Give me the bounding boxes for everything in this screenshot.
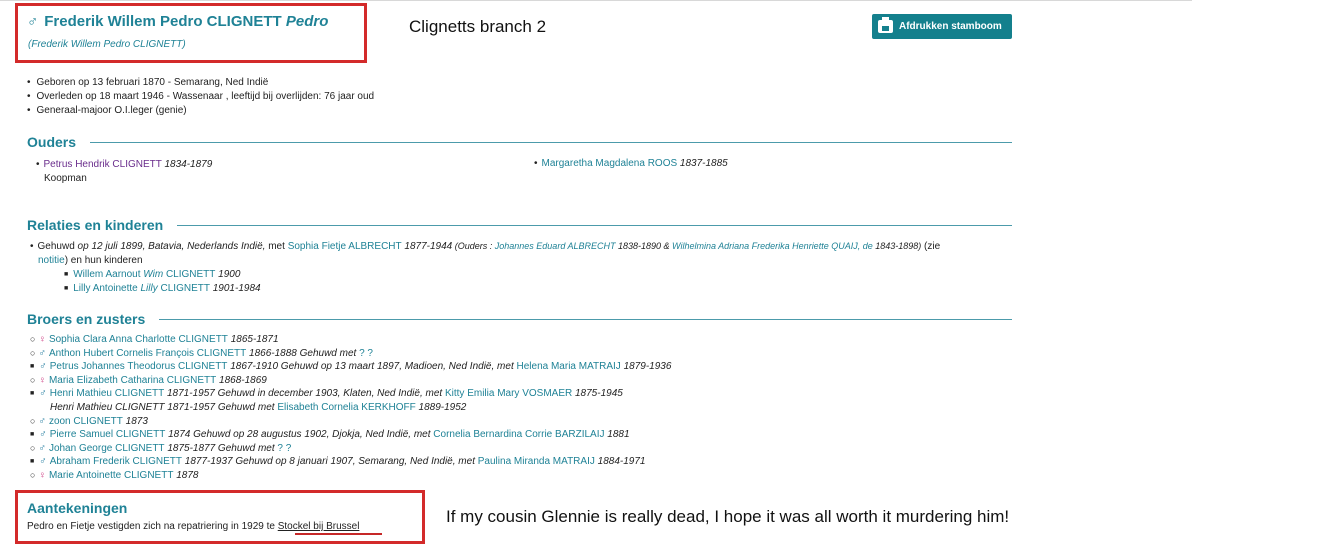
male-icon: ♂	[39, 429, 47, 441]
parent-mother: Margaretha Magdalena ROOS 1837-1885	[534, 158, 728, 169]
sibling-link[interactable]: Petrus Johannes Theodorus CLIGNETT	[50, 361, 228, 372]
print-tree-button[interactable]: Afdrukken stamboom	[872, 14, 1012, 39]
notes-text: Pedro en Fietje vestigden zich na repatr…	[27, 521, 360, 532]
list-item: Lilly Antoinette Lilly CLIGNETT 1901-198…	[64, 282, 1020, 296]
section-siblings: Broers en zusters	[27, 311, 1012, 327]
spouse-father-link[interactable]: Johannes Eduard ALBRECHT	[495, 241, 616, 251]
sibling-spouse-link[interactable]: Elisabeth Cornelia KERKHOFF	[277, 402, 415, 413]
sibling-link[interactable]: Abraham Frederik CLIGNETT	[50, 456, 182, 467]
section-relations: Relaties en kinderen	[27, 217, 1012, 233]
list-item: ♂zoon CLIGNETT 1873	[30, 415, 671, 429]
sibling-spouse-link[interactable]: Paulina Miranda MATRAIJ	[478, 456, 595, 467]
parent-father: Petrus Hendrik CLIGNETT 1834-1879 Koopma…	[36, 158, 212, 186]
siblings-list: ♀Sophia Clara Anna Charlotte CLIGNETT 18…	[30, 333, 671, 483]
list-item: Henri Mathieu CLIGNETT 1871-1957 Gehuwd …	[50, 401, 467, 413]
section-siblings-title: Broers en zusters	[27, 311, 146, 327]
father-occupation: Koopman	[44, 173, 87, 184]
red-underline-annotation	[295, 533, 382, 535]
father-link[interactable]: Petrus Hendrik CLIGNETT	[44, 159, 162, 170]
sibling-link[interactable]: zoon CLIGNETT	[49, 416, 123, 427]
list-item: ♀Sophia Clara Anna Charlotte CLIGNETT 18…	[30, 333, 671, 347]
sibling-spouse-link[interactable]: Cornelia Bernardina Corrie BARZILAIJ	[433, 429, 604, 440]
section-parents: Ouders	[27, 134, 1012, 150]
annotation-box-header	[15, 3, 367, 63]
list-item: ♂Pierre Samuel CLIGNETT 1874 Gehuwd op 2…	[30, 428, 671, 442]
sibling-link[interactable]: Johan George CLIGNETT	[49, 443, 165, 454]
list-item: ♀Maria Elizabeth Catharina CLIGNETT 1868…	[30, 374, 671, 388]
section-notes-title: Aantekeningen	[27, 500, 128, 516]
male-icon: ♂	[38, 347, 46, 359]
annotation-comment: If my cousin Glennie is really dead, I h…	[446, 507, 1010, 526]
sibling-spouse-link[interactable]: Kitty Emilia Mary VOSMAER	[445, 388, 572, 399]
father-years: 1834-1879	[164, 159, 213, 170]
child-link[interactable]: Lilly Antoinette Lilly CLIGNETT	[73, 283, 210, 294]
sibling-link[interactable]: Marie Antoinette CLIGNETT	[49, 470, 174, 481]
male-icon: ♂	[27, 13, 39, 30]
male-icon: ♂	[39, 388, 47, 400]
list-item: ♂Abraham Frederik CLIGNETT 1877-1937 Geh…	[30, 455, 671, 469]
printer-icon	[878, 17, 893, 33]
children-list: Willem Aarnout Wim CLIGNETT 1900 Lilly A…	[64, 268, 1020, 296]
annotation-title: Clignetts branch 2	[409, 17, 547, 36]
person-full-name: Frederik Willem Pedro CLIGNETT	[44, 13, 282, 30]
male-icon: ♂	[38, 442, 46, 454]
sibling-link[interactable]: Sophia Clara Anna Charlotte CLIGNETT	[49, 334, 228, 345]
list-item: ♂Henri Mathieu CLIGNETT 1871-1957 Gehuwd…	[30, 387, 671, 401]
sibling-link[interactable]: Henri Mathieu CLIGNETT	[50, 388, 164, 399]
male-icon: ♂	[39, 456, 47, 468]
list-item: ♂Anthon Hubert Cornelis François CLIGNET…	[30, 347, 671, 361]
sibling-spouse-link[interactable]: ? ?	[359, 348, 373, 359]
sibling-spouse-link[interactable]: Helena Maria MATRAIJ	[517, 361, 621, 372]
person-alt-name: (Frederik Willem Pedro CLIGNETT)	[28, 39, 186, 50]
list-item: ♂Petrus Johannes Theodorus CLIGNETT 1867…	[30, 360, 671, 374]
spouse-link[interactable]: Sophia Fietje ALBRECHT	[288, 241, 402, 252]
female-icon: ♀	[38, 469, 46, 481]
female-icon: ♀	[38, 334, 46, 345]
spouse-mother-link[interactable]: Wilhelmina Adriana Frederika Henriette Q…	[672, 241, 873, 251]
male-icon: ♂	[38, 415, 46, 427]
fact-death: Overleden op 18 maart 1946 - Wassenaar ,…	[27, 90, 375, 104]
person-facts: Geboren op 13 februari 1870 - Semarang, …	[27, 76, 375, 118]
list-item: Willem Aarnout Wim CLIGNETT 1900	[64, 268, 1020, 282]
note-link[interactable]: notitie	[38, 255, 65, 266]
mother-years: 1837-1885	[679, 158, 728, 169]
list-item: ♀Marie Antoinette CLIGNETT 1878	[30, 469, 671, 483]
sibling-spouse-link[interactable]: ? ?	[277, 443, 291, 454]
sibling-link[interactable]: Pierre Samuel CLIGNETT	[50, 429, 166, 440]
mother-link[interactable]: Margaretha Magdalena ROOS	[542, 158, 678, 169]
sibling-link[interactable]: Maria Elizabeth Catharina CLIGNETT	[49, 375, 216, 386]
child-link[interactable]: Willem Aarnout Wim CLIGNETT	[73, 269, 215, 280]
fact-birth: Geboren op 13 februari 1870 - Semarang, …	[27, 76, 374, 90]
annotation-box-notes	[15, 490, 425, 544]
male-icon: ♂	[39, 361, 47, 373]
person-nickname: Pedro	[285, 13, 329, 30]
section-parents-title: Ouders	[27, 134, 77, 150]
page-title: ♂ Frederik Willem Pedro CLIGNETT Pedro	[27, 13, 328, 30]
notes-place: Stockel bij Brussel	[277, 521, 360, 532]
sibling-link[interactable]: Anthon Hubert Cornelis François CLIGNETT	[49, 348, 246, 359]
list-item: ♂Johan George CLIGNETT 1875-1877 Gehuwd …	[30, 442, 671, 456]
print-tree-label: Afdrukken stamboom	[899, 21, 1002, 32]
top-divider	[0, 0, 1192, 1]
relation-entry: Gehuwd op 12 juli 1899, Batavia, Nederla…	[30, 239, 1020, 296]
section-relations-title: Relaties en kinderen	[27, 217, 164, 233]
fact-occupation: Generaal-majoor O.I.leger (genie)	[27, 104, 374, 118]
female-icon: ♀	[38, 374, 46, 386]
